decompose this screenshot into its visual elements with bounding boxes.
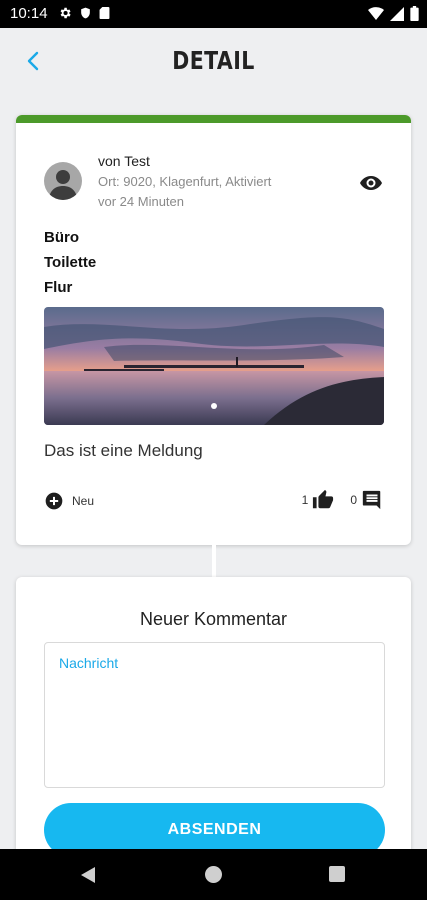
app-header: DETAIL — [0, 28, 427, 92]
post-author: von Test — [98, 153, 150, 169]
wifi-icon — [368, 6, 384, 20]
card-connector — [212, 545, 216, 577]
post-accent-bar — [16, 115, 411, 123]
status-time: 10:14 — [10, 5, 48, 22]
comment-placeholder: Nachricht — [59, 655, 119, 671]
comment-icon[interactable] — [361, 489, 383, 511]
page-title: DETAIL — [172, 46, 255, 75]
comment-input[interactable]: Nachricht — [44, 642, 385, 788]
avatar — [44, 162, 82, 200]
category-item: Büro — [44, 229, 79, 246]
post-time: vor 24 Minuten — [98, 194, 184, 209]
eye-icon[interactable] — [359, 171, 383, 195]
category-item: Toilette — [44, 254, 97, 271]
post-location: Ort: 9020, Klagenfurt, Aktiviert — [98, 174, 272, 189]
nav-home-icon[interactable] — [205, 866, 222, 883]
battery-icon — [410, 6, 419, 21]
signal-icon — [390, 6, 404, 21]
status-label: Neu — [72, 494, 95, 508]
user-silhouette-icon — [49, 170, 77, 200]
status-bar: 10:14 — [0, 0, 427, 28]
category-list: Büro Toilette Flur — [44, 225, 96, 300]
add-circle-icon — [45, 492, 63, 510]
sunset-pier-photo — [44, 307, 384, 425]
thumbs-up-icon[interactable] — [312, 489, 334, 511]
status-row[interactable]: Neu — [44, 491, 94, 511]
comment-card: Neuer Kommentar Nachricht ABSENDEN — [16, 577, 411, 877]
post-card: von Test Ort: 9020, Klagenfurt, Aktivier… — [16, 115, 411, 545]
post-text: Das ist eine Meldung — [44, 441, 203, 460]
system-nav-bar — [0, 849, 427, 900]
nav-recents-icon[interactable] — [329, 866, 345, 882]
post-image[interactable] — [44, 307, 384, 425]
category-item: Flur — [44, 279, 73, 296]
reaction-counts: 1 0 — [302, 489, 383, 511]
comment-count: 0 — [350, 493, 357, 507]
sim-card-icon — [99, 6, 110, 20]
nav-back-icon[interactable] — [80, 866, 96, 884]
like-count: 1 — [301, 493, 309, 507]
comment-heading: Neuer Kommentar — [139, 609, 288, 629]
shield-icon — [81, 7, 90, 19]
settings-icon — [60, 7, 71, 19]
